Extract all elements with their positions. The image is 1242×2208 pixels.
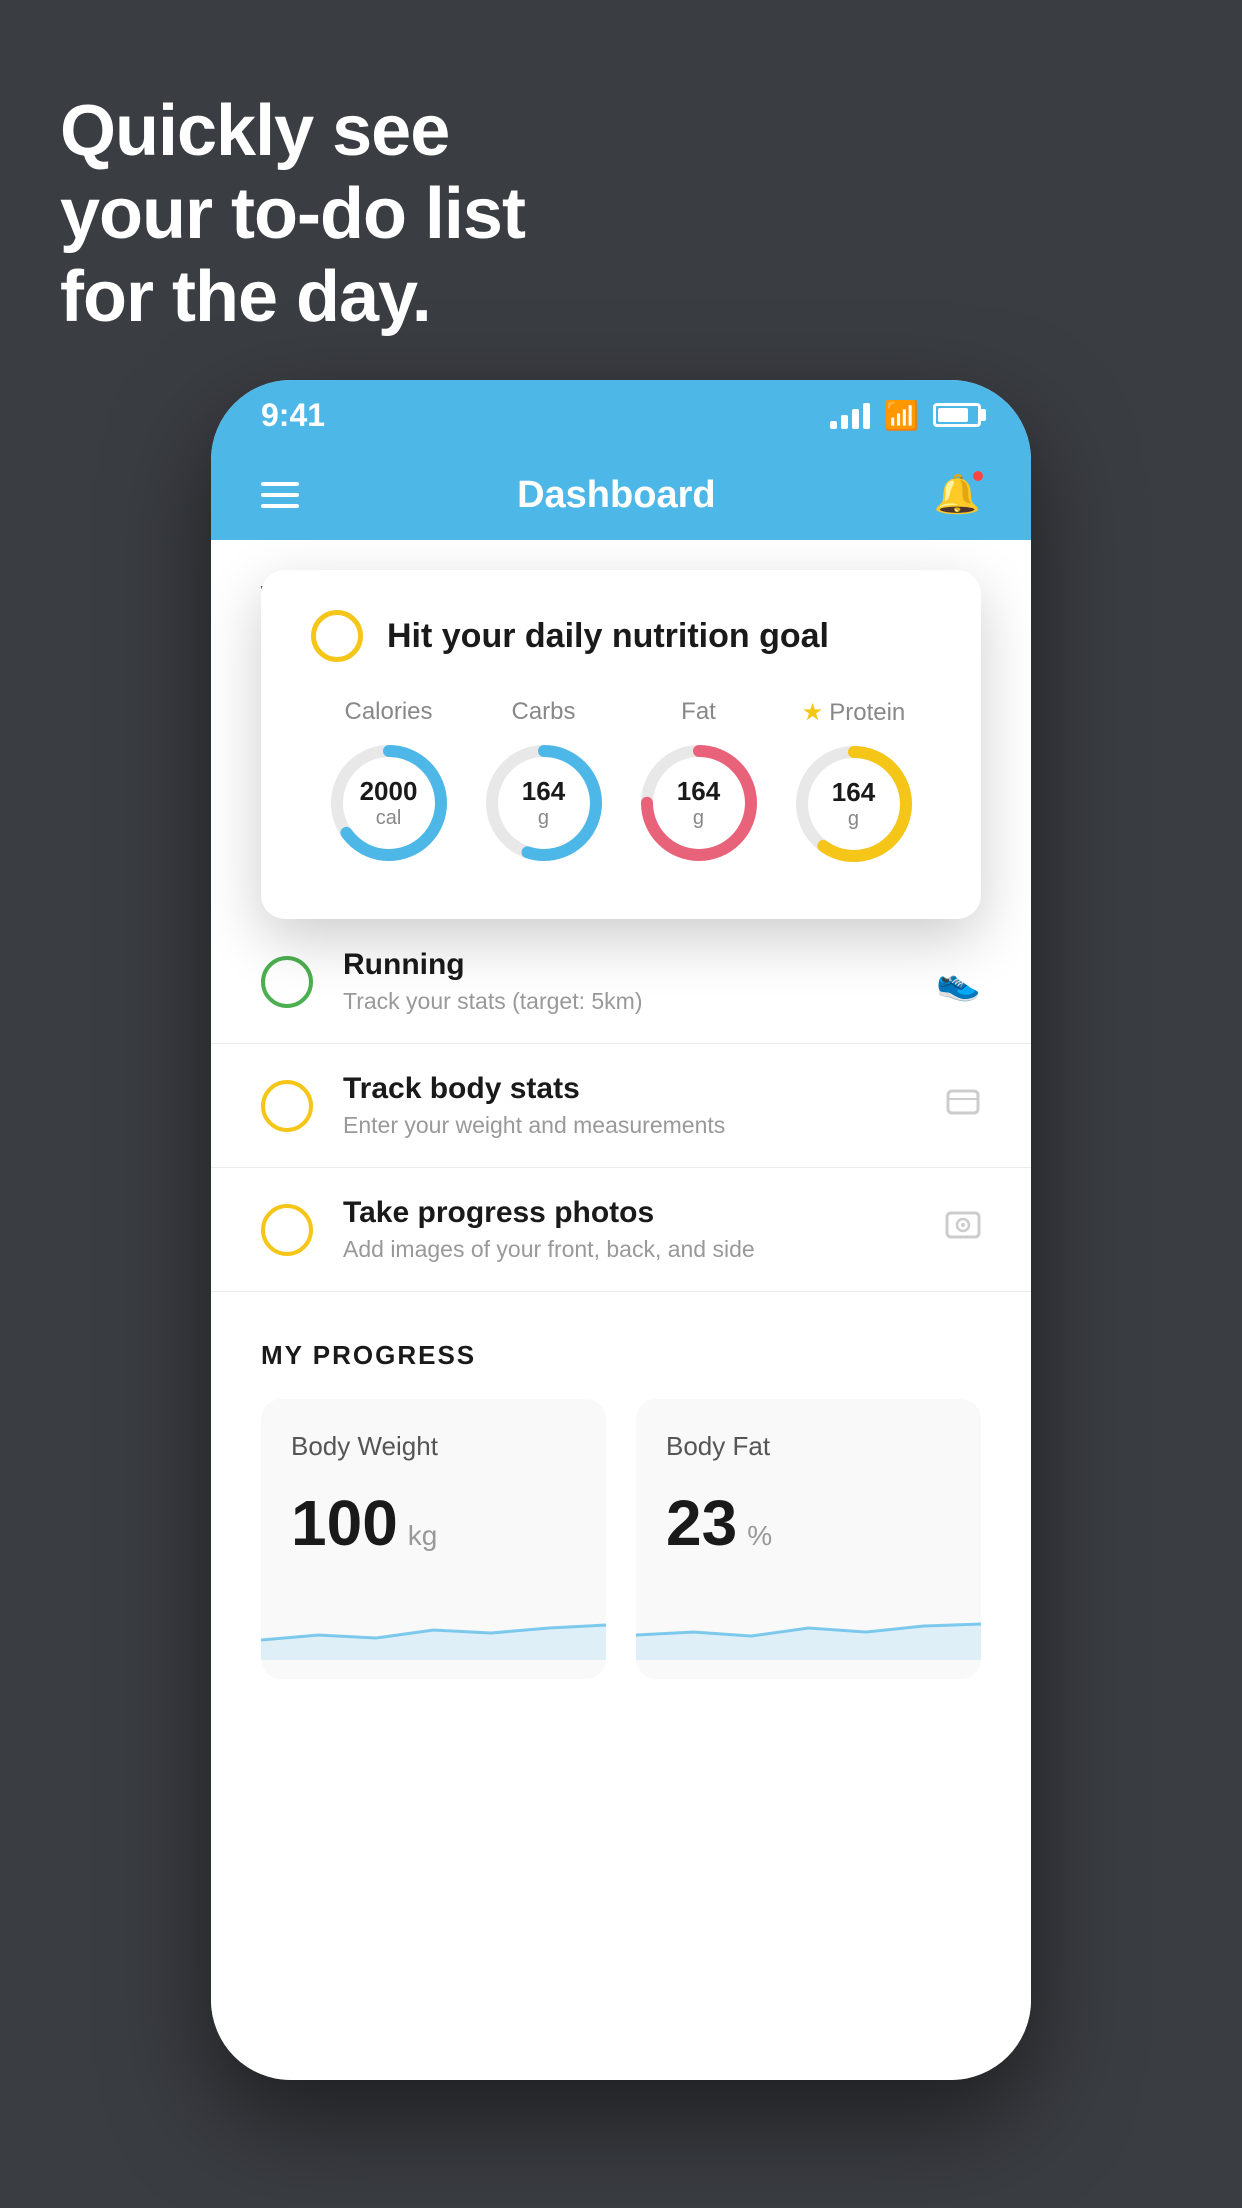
body-fat-unit: %: [747, 1520, 772, 1552]
protein-value: 164: [832, 777, 875, 808]
body-fat-title: Body Fat: [666, 1431, 951, 1462]
todo-photos-subtitle: Add images of your front, back, and side: [343, 1236, 915, 1263]
carbs-unit: g: [522, 807, 565, 830]
todo-running-content: Running Track your stats (target: 5km): [343, 948, 906, 1015]
phone-frame: 9:41 📶 Dashboard 🔔: [211, 380, 1031, 2080]
body-fat-card: Body Fat 23 %: [636, 1399, 981, 1679]
carbs-donut: 164 g: [479, 738, 609, 868]
todo-list: Running Track your stats (target: 5km) 👟…: [211, 920, 1031, 1292]
calories-label: Calories: [344, 698, 432, 726]
nutrition-check-circle: [311, 610, 363, 662]
todo-running-check: [261, 956, 313, 1008]
battery-icon: [933, 403, 981, 427]
todo-bodystats-check: [261, 1080, 313, 1132]
fat-value: 164: [677, 776, 720, 807]
progress-header: MY PROGRESS: [261, 1300, 981, 1399]
todo-running-title: Running: [343, 948, 906, 982]
body-weight-unit: kg: [408, 1520, 438, 1552]
photo-icon: [945, 1207, 981, 1252]
phone-wrapper: 9:41 📶 Dashboard 🔔: [211, 380, 1031, 2080]
body-weight-sparkline: [261, 1580, 606, 1660]
progress-section: MY PROGRESS Body Weight 100 kg: [211, 1300, 1031, 1729]
nav-bar: Dashboard 🔔: [211, 450, 1031, 540]
todo-running-subtitle: Track your stats (target: 5km): [343, 988, 906, 1015]
carbs-value: 164: [522, 776, 565, 807]
body-weight-value-row: 100 kg: [291, 1486, 576, 1560]
wifi-icon: 📶: [884, 399, 919, 432]
body-weight-value: 100: [291, 1486, 398, 1560]
todo-running[interactable]: Running Track your stats (target: 5km) 👟: [211, 920, 1031, 1044]
todo-photos-content: Take progress photos Add images of your …: [343, 1196, 915, 1263]
protein-star-icon: ★: [802, 698, 824, 727]
status-time: 9:41: [261, 397, 325, 434]
todo-photos[interactable]: Take progress photos Add images of your …: [211, 1168, 1031, 1292]
body-weight-card: Body Weight 100 kg: [261, 1399, 606, 1679]
todo-bodystats-subtitle: Enter your weight and measurements: [343, 1112, 915, 1139]
status-bar: 9:41 📶: [211, 380, 1031, 450]
hero-line2: your to-do list: [60, 173, 525, 256]
todo-bodystats-content: Track body stats Enter your weight and m…: [343, 1072, 915, 1139]
status-icons: 📶: [830, 399, 981, 432]
hero-text: Quickly see your to-do list for the day.: [60, 90, 525, 338]
body-fat-value-row: 23 %: [666, 1486, 951, 1560]
calories-value: 2000: [360, 776, 418, 807]
scale-icon: [945, 1083, 981, 1128]
hero-line3: for the day.: [60, 256, 525, 339]
todo-bodystats-title: Track body stats: [343, 1072, 915, 1106]
nutrition-fat: Fat 164 g: [634, 698, 764, 868]
protein-donut: 164 g: [789, 739, 919, 869]
nutrition-calories: Calories 2000 cal: [324, 698, 454, 868]
fat-donut: 164 g: [634, 738, 764, 868]
protein-label: ★ Protein: [802, 698, 906, 727]
card-title-row: Hit your daily nutrition goal: [311, 610, 931, 662]
calories-unit: cal: [360, 807, 418, 830]
hero-line1: Quickly see: [60, 90, 525, 173]
body-fat-value: 23: [666, 1486, 737, 1560]
todo-photos-title: Take progress photos: [343, 1196, 915, 1230]
progress-cards: Body Weight 100 kg Body Fat: [261, 1399, 981, 1679]
protein-unit: g: [832, 808, 875, 831]
carbs-label: Carbs: [511, 698, 575, 726]
nav-title: Dashboard: [517, 474, 715, 517]
nutrition-metrics: Calories 2000 cal: [311, 698, 931, 869]
content-area: THINGS TO DO TODAY Hit your daily nutrit…: [211, 540, 1031, 2080]
running-shoe-icon: 👟: [936, 961, 981, 1003]
signal-bars-icon: [830, 401, 870, 429]
body-fat-sparkline: [636, 1580, 981, 1660]
fat-label: Fat: [681, 698, 716, 726]
nutrition-card: Hit your daily nutrition goal Calories: [261, 570, 981, 919]
body-weight-title: Body Weight: [291, 1431, 576, 1462]
fat-unit: g: [677, 807, 720, 830]
nutrition-carbs: Carbs 164 g: [479, 698, 609, 868]
nutrition-card-title: Hit your daily nutrition goal: [387, 617, 829, 656]
todo-photos-check: [261, 1204, 313, 1256]
notification-bell-icon[interactable]: 🔔: [934, 473, 981, 517]
calories-donut: 2000 cal: [324, 738, 454, 868]
nutrition-protein: ★ Protein 164 g: [789, 698, 919, 869]
notification-dot: [971, 469, 985, 483]
todo-body-stats[interactable]: Track body stats Enter your weight and m…: [211, 1044, 1031, 1168]
menu-button[interactable]: [261, 482, 299, 508]
